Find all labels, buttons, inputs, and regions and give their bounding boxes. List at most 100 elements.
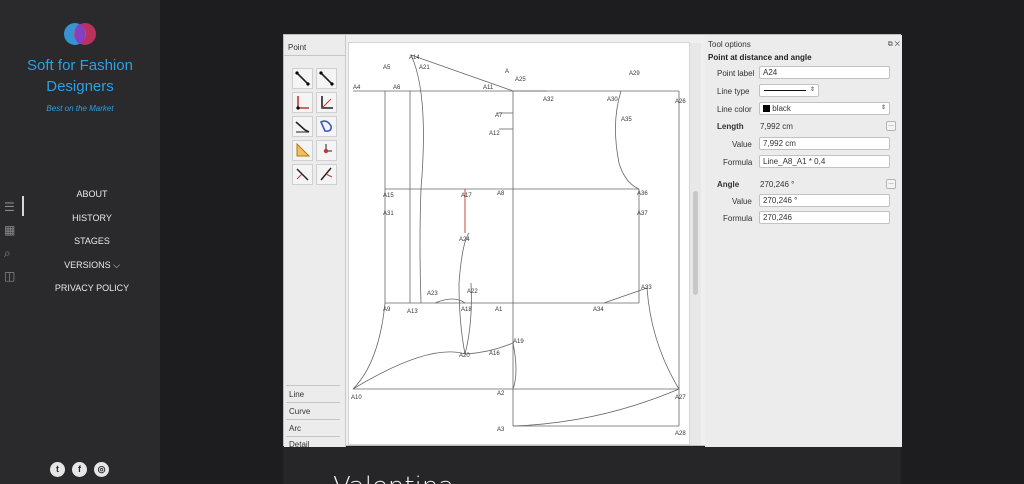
svg-text:A7: A7: [495, 113, 503, 119]
svg-text:A33: A33: [641, 285, 652, 291]
length-formula-input[interactable]: Line_A8_A1 * 0,4: [759, 155, 890, 168]
line-color-label: Line color: [717, 105, 752, 114]
color-swatch: [763, 105, 770, 113]
nav-versions-label: VERSIONS: [64, 259, 111, 270]
instagram-icon[interactable]: ◎: [94, 462, 109, 477]
svg-text:A13: A13: [407, 309, 418, 315]
point-label-input[interactable]: A24: [759, 66, 890, 79]
svg-text:A22: A22: [467, 289, 478, 295]
svg-text:A1: A1: [495, 307, 503, 313]
nav-history[interactable]: HISTORY: [24, 210, 160, 234]
nav-privacy-policy[interactable]: PRIVACY POLICY: [24, 280, 160, 304]
length-value-input[interactable]: 7,992 cm: [759, 137, 890, 150]
main-nav: ABOUT HISTORY STAGES VERSIONS ⌵ PRIVACY …: [24, 186, 160, 304]
menu-icon[interactable]: ☰: [4, 200, 20, 223]
line-type-label: Line type: [717, 87, 750, 96]
svg-text:A18: A18: [461, 307, 472, 313]
length-formula-label: Formula: [723, 158, 753, 167]
svg-text:A9: A9: [383, 307, 391, 313]
tab-divider: [286, 385, 340, 386]
sidebar: Soft for Fashion Designers Best on the M…: [0, 0, 160, 484]
brand-title[interactable]: Soft for Fashion Designers: [0, 55, 160, 97]
line-color-value: black: [772, 104, 791, 113]
length-display: 7,992 cm: [760, 122, 793, 131]
tab-arc[interactable]: Arc: [289, 424, 301, 433]
line-tool-icon[interactable]: [292, 68, 313, 89]
spinner-icon: ⇕: [880, 105, 886, 111]
solid-line-icon: [764, 90, 806, 91]
angle-value-input[interactable]: 270,246 °: [759, 194, 890, 207]
svg-text:A12: A12: [489, 131, 500, 137]
nav-stages[interactable]: STAGES: [24, 233, 160, 257]
svg-text:A20: A20: [459, 353, 470, 359]
svg-text:A16: A16: [489, 351, 500, 357]
toolbox-divider: [284, 55, 346, 56]
nav-versions[interactable]: VERSIONS ⌵: [24, 257, 160, 281]
svg-text:A24: A24: [459, 237, 470, 243]
tool-options-panel: Tool options ⧉ ✕ Point at distance and a…: [705, 35, 902, 447]
svg-text:A30: A30: [607, 97, 618, 103]
svg-text:A6: A6: [393, 85, 401, 91]
svg-text:A37: A37: [637, 211, 648, 217]
svg-text:A11: A11: [483, 85, 494, 91]
toolbox-panel: Point Line Curve Arc Detail: [284, 35, 346, 449]
svg-text:A19: A19: [513, 339, 524, 345]
grid-icon[interactable]: ▦: [4, 223, 20, 246]
toolbox-header[interactable]: Point: [288, 43, 306, 52]
svg-text:A10: A10: [351, 395, 362, 401]
pattern-drawing[interactable]: A4 A5 A6 A14 A21 A A11 A25 A32 A30 A29 A26 A7 A12…: [349, 43, 690, 445]
vertical-scrollbar[interactable]: [690, 43, 701, 445]
svg-text:A27: A27: [675, 395, 686, 401]
search-icon[interactable]: ⌕: [4, 246, 20, 269]
svg-text:A4: A4: [353, 85, 361, 91]
point-tool-icon[interactable]: [316, 140, 337, 161]
angle-formula-button[interactable]: …: [886, 179, 896, 189]
segment-tool-icon[interactable]: [316, 68, 337, 89]
tagline: Best on the Market: [46, 104, 114, 113]
chevron-down-icon: ⌵: [113, 259, 120, 270]
angle-label: Angle: [717, 180, 740, 189]
angle-value-label: Value: [732, 197, 752, 206]
scroll-thumb[interactable]: [693, 191, 698, 295]
svg-text:A31: A31: [383, 211, 394, 217]
shoulder-tool-icon[interactable]: [292, 116, 313, 137]
pattern-point-labels: A4 A5 A6 A14 A21 A A11 A25 A32 A30 A29 A26 A7 A12…: [351, 55, 686, 437]
tab-divider: [286, 402, 340, 403]
line-color-select[interactable]: black ⇕: [759, 102, 890, 115]
length-formula-button[interactable]: …: [886, 121, 896, 131]
tab-line[interactable]: Line: [289, 390, 304, 399]
svg-text:A35: A35: [621, 117, 632, 123]
triangle-tool-icon[interactable]: [292, 140, 313, 161]
angle-formula-input[interactable]: 270,246: [759, 211, 890, 224]
facebook-icon[interactable]: f: [72, 462, 87, 477]
nav-about[interactable]: ABOUT: [24, 186, 160, 210]
curve-tool-icon[interactable]: [316, 116, 337, 137]
spinner-icon: ⇕: [809, 87, 815, 93]
length-value-label: Value: [732, 140, 752, 149]
svg-text:A32: A32: [543, 97, 554, 103]
svg-text:A21: A21: [419, 65, 430, 71]
angle-display: 270,246 °: [760, 180, 795, 189]
panel-float-close-icons[interactable]: ⧉ ✕: [888, 41, 900, 49]
pattern-canvas[interactable]: A4 A5 A6 A14 A21 A A11 A25 A32 A30 A29 A26 A7 A12…: [348, 42, 690, 445]
svg-text:A8: A8: [497, 191, 505, 197]
normal-tool-icon[interactable]: [292, 164, 313, 185]
social-links: t f ◎: [50, 462, 109, 477]
side-icon-bar: ☰ ▦ ⌕ ◫: [4, 200, 20, 292]
svg-text:A5: A5: [383, 65, 391, 71]
tab-curve[interactable]: Curve: [289, 407, 310, 416]
svg-text:A: A: [505, 69, 509, 75]
twitter-icon[interactable]: t: [50, 462, 65, 477]
svg-text:A15: A15: [383, 193, 394, 199]
svg-text:A34: A34: [593, 307, 604, 313]
svg-text:A17: A17: [461, 193, 472, 199]
logo-icon: [64, 23, 96, 45]
angle-tool-icon[interactable]: [292, 92, 313, 113]
svg-text:A29: A29: [629, 71, 640, 77]
svg-text:A14: A14: [409, 55, 420, 61]
axis-tool-icon[interactable]: [316, 92, 337, 113]
brand-text: Soft for Fashion Designers: [27, 57, 133, 95]
line-type-select[interactable]: ⇕: [759, 84, 819, 97]
book-icon[interactable]: ◫: [4, 269, 20, 292]
bisector-tool-icon[interactable]: [316, 164, 337, 185]
